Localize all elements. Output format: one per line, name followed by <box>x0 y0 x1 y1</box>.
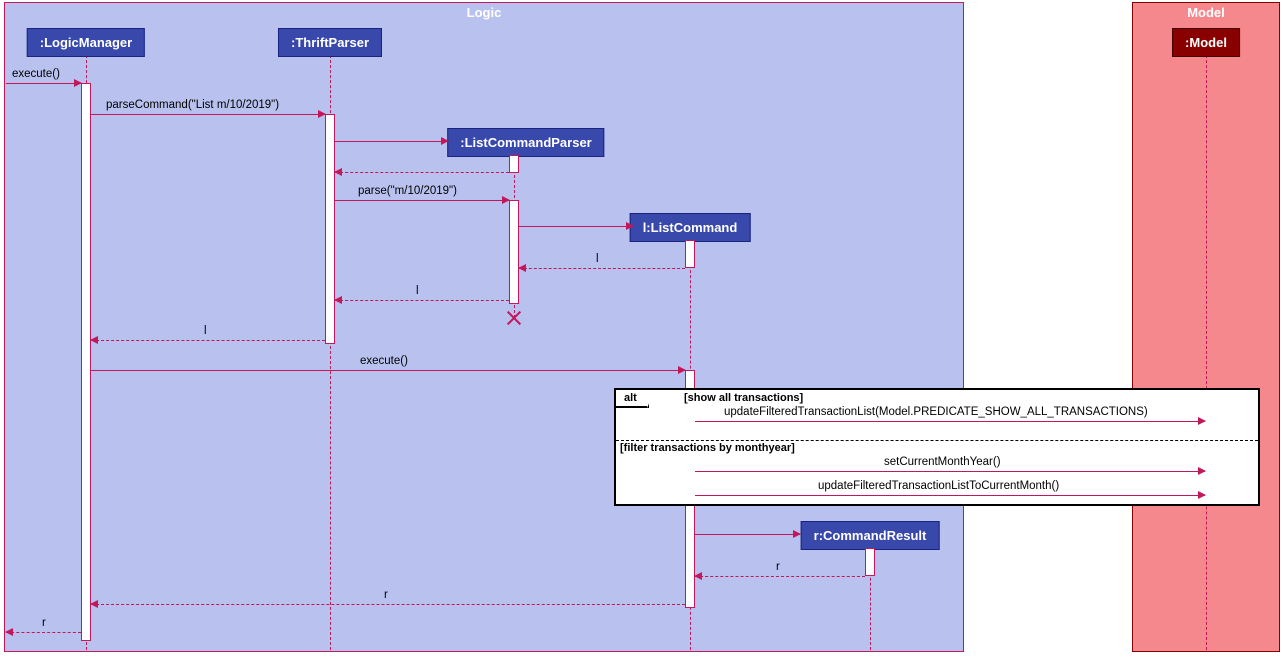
msg-parse: parse("m/10/2019") <box>358 185 457 197</box>
arrow-create-cr <box>695 534 800 535</box>
arrow-return-lcp-create <box>335 172 509 173</box>
msg-setcurrentmonth: setCurrentMonthYear() <box>884 456 1001 468</box>
msg-return-l-2: l <box>416 285 419 297</box>
participant-logicmanager: :LogicManager <box>27 28 145 57</box>
msg-updatetocurrent: updateFilteredTransactionListToCurrentMo… <box>818 480 1059 492</box>
activation-commandresult <box>865 548 875 576</box>
arrow-execute2 <box>91 370 685 371</box>
activation-lcp-2 <box>509 200 519 304</box>
participant-listcommandparser: :ListCommandParser <box>447 128 604 157</box>
msg-parsecommand: parseCommand("List m/10/2019") <box>106 99 279 111</box>
arrow-return-l-3 <box>91 340 325 341</box>
activation-logicmanager <box>81 83 91 641</box>
alt-guard-1: [show all transactions] <box>684 392 803 404</box>
participant-commandresult: r:CommandResult <box>801 521 940 550</box>
destroy-icon <box>505 309 523 327</box>
arrow-update-all <box>695 421 1205 422</box>
msg-return-l-3: l <box>204 325 207 337</box>
alt-guard-2: [filter transactions by monthyear] <box>620 442 795 454</box>
arrow-create-listcommand <box>519 226 633 227</box>
activation-lcp-1 <box>509 155 519 173</box>
arrow-return-r-2 <box>91 604 685 605</box>
alt-label: alt <box>616 390 649 408</box>
arrow-return-r-1 <box>695 576 865 577</box>
participant-thriftparser: :ThriftParser <box>278 28 382 57</box>
arrow-parse <box>335 200 509 201</box>
activation-thriftparser <box>325 114 335 344</box>
frame-logic-title: Logic <box>459 3 510 22</box>
arrow-execute-in <box>6 83 81 84</box>
msg-execute-in: execute() <box>12 68 60 80</box>
msg-return-r-3: r <box>42 617 46 629</box>
participant-listcommand: l:ListCommand <box>630 213 751 242</box>
arrow-parsecommand <box>91 114 325 115</box>
frame-model-title: Model <box>1179 3 1233 22</box>
arrow-updatetocurrent <box>695 495 1205 496</box>
msg-execute2: execute() <box>360 355 408 367</box>
participant-model: :Model <box>1172 28 1240 57</box>
arrow-return-r-3 <box>6 632 81 633</box>
arrow-create-lcp <box>335 141 448 142</box>
msg-return-l-1: l <box>596 253 599 265</box>
activation-listcommand-1 <box>685 240 695 268</box>
msg-return-r-2: r <box>384 589 388 601</box>
arrow-return-l-1 <box>519 268 685 269</box>
alt-divider <box>616 440 1258 441</box>
msg-update-all: updateFilteredTransactionList(Model.PRED… <box>724 406 1148 418</box>
lifeline-model <box>1206 55 1207 650</box>
arrow-return-l-2 <box>335 300 509 301</box>
arrow-setcurrentmonth <box>695 471 1205 472</box>
msg-return-r-1: r <box>776 561 780 573</box>
